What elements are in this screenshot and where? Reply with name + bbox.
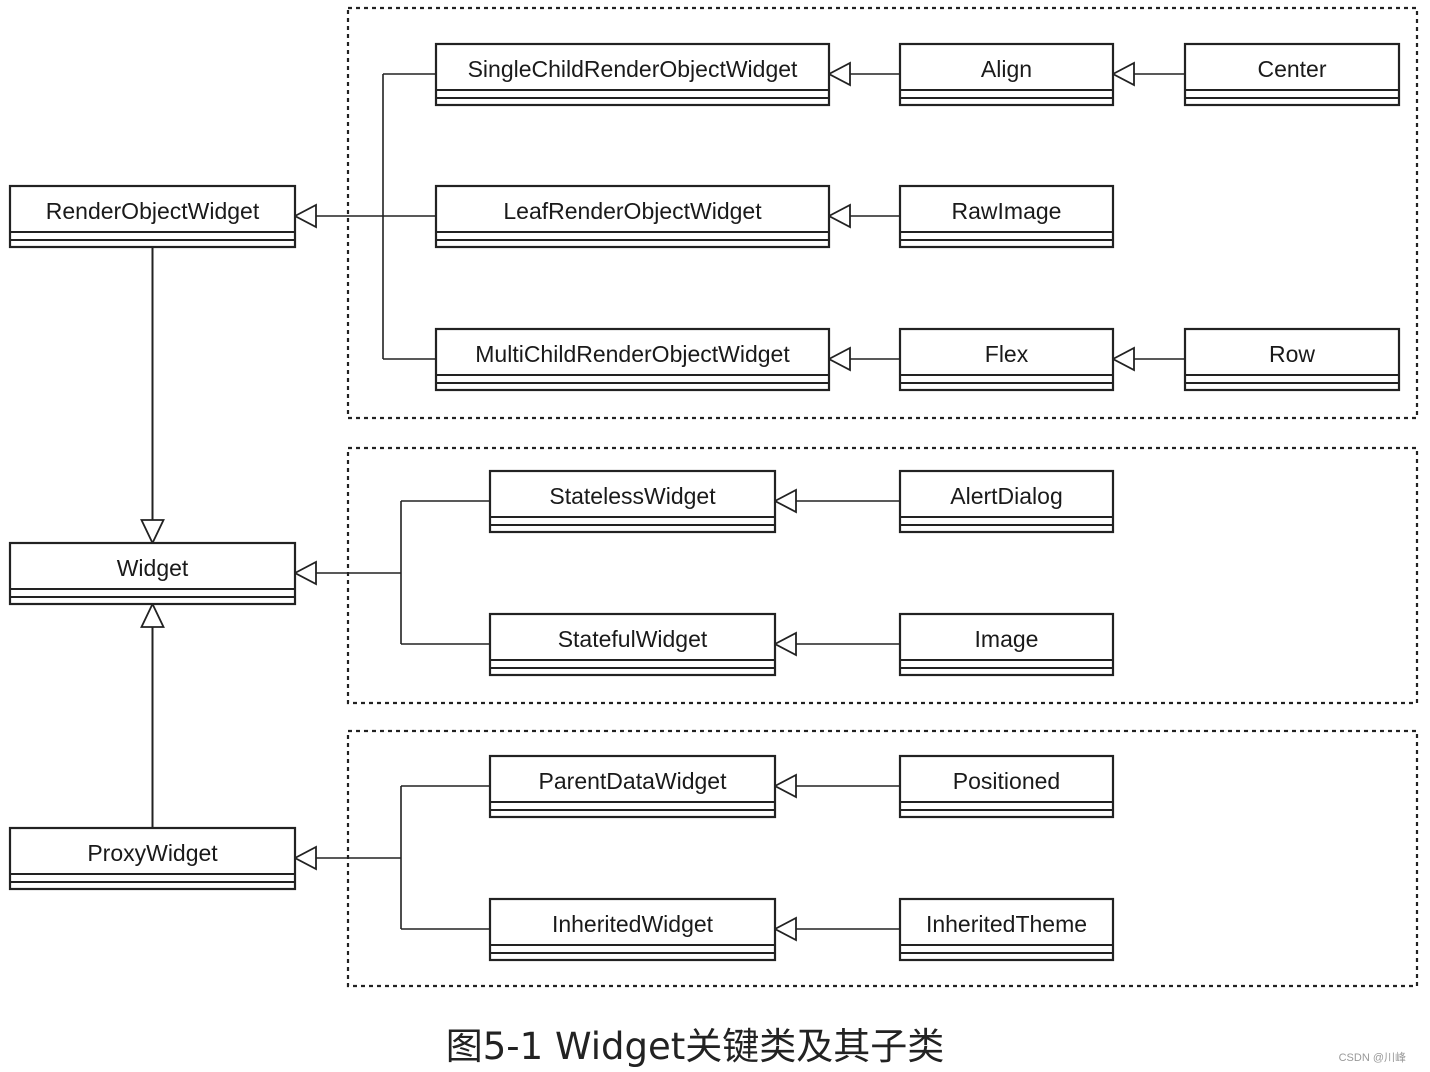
inheritance-arrow-icon bbox=[773, 631, 797, 657]
class-name-align: Align bbox=[981, 56, 1032, 82]
class-name-parent-data-widget: ParentDataWidget bbox=[539, 768, 728, 794]
class-name-center: Center bbox=[1257, 56, 1326, 82]
inheritance-arrow-icon bbox=[293, 845, 317, 871]
inheritance-arrow-icon bbox=[140, 519, 165, 546]
inheritance-arrow-icon bbox=[1111, 346, 1135, 372]
inheritance-arrow-icon bbox=[773, 773, 797, 799]
inheritance-arrow-icon bbox=[140, 601, 165, 628]
figure-caption: 图5-1 Widget关键类及其子类 bbox=[445, 1025, 945, 1068]
inheritance-arrow-icon bbox=[827, 346, 851, 372]
class-name-single-child-render-object-widget: SingleChildRenderObjectWidget bbox=[468, 56, 798, 82]
class-name-stateful-widget: StatefulWidget bbox=[558, 626, 708, 652]
class-name-multi-child-render-object-widget: MultiChildRenderObjectWidget bbox=[475, 341, 790, 367]
inheritance-arrow-icon bbox=[293, 203, 317, 229]
class-name-render-object-widget: RenderObjectWidget bbox=[46, 198, 260, 224]
class-diagram: RenderObjectWidget Widget ProxyWidget Singl… bbox=[8, 6, 1419, 988]
class-name-flex: Flex bbox=[985, 341, 1029, 367]
class-name-alert-dialog: AlertDialog bbox=[950, 483, 1063, 509]
inheritance-arrow-icon bbox=[1111, 61, 1135, 87]
class-name-leaf-render-object-widget: LeafRenderObjectWidget bbox=[503, 198, 762, 224]
watermark: CSDN @川峰 bbox=[1338, 1052, 1406, 1064]
inheritance-arrow-icon bbox=[773, 916, 797, 942]
class-name-proxy-widget: ProxyWidget bbox=[87, 840, 218, 866]
class-name-inherited-theme: InheritedTheme bbox=[926, 911, 1087, 937]
class-name-row: Row bbox=[1269, 341, 1315, 367]
class-name-image: Image bbox=[975, 626, 1039, 652]
inheritance-arrow-icon bbox=[827, 61, 851, 87]
class-name-inherited-widget: InheritedWidget bbox=[552, 911, 714, 937]
class-name-raw-image: RawImage bbox=[952, 198, 1062, 224]
inheritance-arrow-icon bbox=[773, 488, 797, 514]
class-name-widget: Widget bbox=[117, 555, 189, 581]
class-name-positioned: Positioned bbox=[953, 768, 1060, 794]
class-name-stateless-widget: StatelessWidget bbox=[549, 483, 716, 509]
inheritance-arrow-icon bbox=[293, 560, 317, 586]
inheritance-arrow-icon bbox=[827, 203, 851, 229]
